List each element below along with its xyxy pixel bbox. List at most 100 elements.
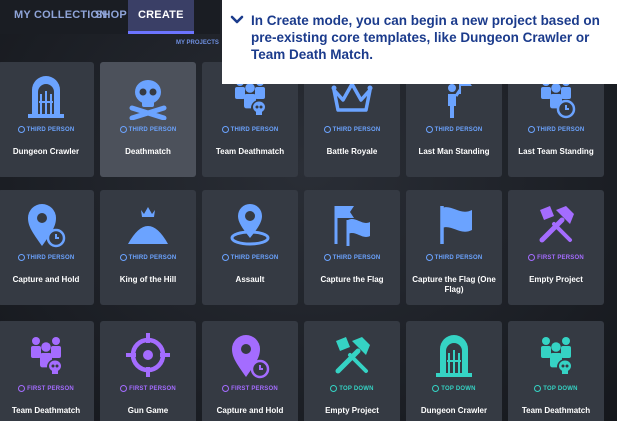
template-name: Dungeon Crawler — [12, 147, 80, 156]
template-card-empty-project[interactable]: FIRST PERSON Empty Project — [508, 190, 604, 305]
camera-mode-text: THIRD PERSON — [230, 127, 279, 133]
camera-mode-icon — [222, 385, 230, 392]
template-name: King of the Hill — [119, 275, 177, 284]
team-skull-icon — [541, 337, 573, 375]
camera-mode-icon — [528, 254, 536, 261]
camera-mode-label: THIRD PERSON — [304, 126, 400, 133]
template-name: Last Team Standing — [518, 147, 594, 156]
camera-mode-label: TOP DOWN — [304, 385, 400, 392]
my-projects-link[interactable]: MY PROJECTS — [176, 40, 219, 46]
template-name: Capture the Flag (One Flag) — [412, 275, 496, 294]
camera-mode-text: FIRST PERSON — [231, 386, 278, 392]
camera-mode-label: THIRD PERSON — [0, 254, 94, 261]
camera-mode-icon — [18, 385, 26, 392]
template-card-assault[interactable]: THIRD PERSON Assault — [202, 190, 298, 305]
chevron-down-icon — [230, 15, 244, 24]
camera-mode-label: FIRST PERSON — [508, 254, 604, 261]
template-name: Empty Project — [529, 275, 583, 284]
template-name: Assault — [235, 275, 265, 284]
camera-mode-text: TOP DOWN — [543, 386, 578, 392]
pin-clock-icon — [28, 204, 66, 248]
hill-crown-icon — [128, 207, 168, 244]
camera-mode-text: THIRD PERSON — [434, 127, 483, 133]
camera-mode-label: FIRST PERSON — [100, 385, 196, 392]
template-name: Capture the Flag — [320, 275, 384, 284]
camera-mode-label: THIRD PERSON — [508, 126, 604, 133]
camera-mode-icon — [17, 254, 25, 261]
tooltip-text: In Create mode, you can begin a new proj… — [251, 13, 600, 62]
tooltip-callout: In Create mode, you can begin a new proj… — [222, 0, 617, 84]
camera-mode-label: THIRD PERSON — [100, 126, 196, 133]
camera-mode-text: THIRD PERSON — [536, 127, 585, 133]
template-card-team-deathmatch[interactable]: FIRST PERSON Team Deathmatch — [0, 321, 94, 421]
template-name: Capture and Hold — [12, 275, 80, 284]
tab-my-collection[interactable]: MY COLLECTION — [14, 0, 107, 34]
template-card-king-of-the-hill[interactable]: THIRD PERSON King of the Hill — [100, 190, 196, 305]
crosshair-icon — [126, 333, 170, 377]
camera-mode-text: FIRST PERSON — [129, 386, 176, 392]
dungeon-gate-icon — [28, 76, 64, 118]
hammer-brush-icon — [335, 337, 370, 374]
template-name: Battle Royale — [326, 147, 378, 156]
camera-mode-text: THIRD PERSON — [434, 255, 483, 261]
camera-mode-label: FIRST PERSON — [202, 385, 298, 392]
tab-create[interactable]: CREATE — [128, 0, 194, 34]
camera-mode-label: THIRD PERSON — [202, 126, 298, 133]
camera-mode-icon — [120, 385, 128, 392]
camera-mode-icon — [527, 126, 535, 133]
camera-mode-label: TOP DOWN — [508, 385, 604, 392]
template-card-dungeon-crawler[interactable]: THIRD PERSON Dungeon Crawler — [0, 62, 94, 177]
camera-mode-icon — [221, 254, 229, 261]
camera-mode-label: THIRD PERSON — [304, 254, 400, 261]
tab-shop[interactable]: SHOP — [95, 0, 127, 34]
camera-mode-icon — [221, 126, 229, 133]
camera-mode-text: FIRST PERSON — [537, 255, 584, 261]
camera-mode-text: THIRD PERSON — [230, 255, 279, 261]
template-card-empty-project[interactable]: TOP DOWN Empty Project — [304, 321, 400, 421]
camera-mode-text: FIRST PERSON — [27, 386, 74, 392]
template-name: Last Man Standing — [418, 147, 490, 156]
template-name: Gun Game — [127, 406, 169, 415]
camera-mode-label: THIRD PERSON — [406, 126, 502, 133]
camera-mode-text: THIRD PERSON — [128, 255, 177, 261]
two-flags-icon — [334, 206, 370, 246]
camera-mode-icon — [432, 385, 440, 392]
top-nav: MY COLLECTION SHOP CREATE — [0, 0, 220, 34]
template-card-capture-the-flag[interactable]: THIRD PERSON Capture the Flag — [304, 190, 400, 305]
template-name: Dungeon Crawler — [420, 406, 488, 415]
template-name: Team Deathmatch — [215, 147, 285, 156]
template-name: Deathmatch — [125, 147, 171, 156]
camera-mode-icon — [17, 126, 25, 133]
target-pin-icon — [230, 204, 270, 246]
camera-mode-text: TOP DOWN — [441, 386, 476, 392]
app-window: MY COLLECTION SHOP CREATE MY PROJECTS TH… — [0, 0, 617, 421]
template-card-capture-and-hold[interactable]: FIRST PERSON Capture and Hold — [202, 321, 298, 421]
skull-crossbones-icon — [129, 80, 167, 120]
template-name: Empty Project — [325, 406, 379, 415]
template-name: Team Deathmatch — [11, 406, 81, 415]
pin-clock-icon — [232, 335, 270, 379]
camera-mode-icon — [323, 254, 331, 261]
camera-mode-icon — [119, 254, 127, 261]
camera-mode-icon — [534, 385, 542, 392]
template-card-capture-and-hold[interactable]: THIRD PERSON Capture and Hold — [0, 190, 94, 305]
camera-mode-text: THIRD PERSON — [26, 255, 75, 261]
camera-mode-label: THIRD PERSON — [202, 254, 298, 261]
camera-mode-text: THIRD PERSON — [332, 127, 381, 133]
hammer-brush-icon — [539, 206, 574, 243]
template-card-gun-game[interactable]: FIRST PERSON Gun Game — [100, 321, 196, 421]
template-card-capture-the-flag-one-flag[interactable]: THIRD PERSON Capture the Flag (One Flag) — [406, 190, 502, 305]
camera-mode-text: THIRD PERSON — [26, 127, 75, 133]
template-card-team-deathmatch[interactable]: TOP DOWN Team Deathmatch — [508, 321, 604, 421]
template-name: Capture and Hold — [216, 406, 284, 415]
camera-mode-icon — [119, 126, 127, 133]
template-card-dungeon-crawler[interactable]: TOP DOWN Dungeon Crawler — [406, 321, 502, 421]
camera-mode-text: THIRD PERSON — [332, 255, 381, 261]
camera-mode-label: FIRST PERSON — [0, 385, 94, 392]
camera-mode-icon — [425, 126, 433, 133]
camera-mode-label: THIRD PERSON — [406, 254, 502, 261]
camera-mode-text: TOP DOWN — [339, 386, 374, 392]
template-card-deathmatch[interactable]: THIRD PERSON Deathmatch — [100, 62, 196, 177]
one-flag-icon — [440, 206, 472, 244]
camera-mode-label: TOP DOWN — [406, 385, 502, 392]
